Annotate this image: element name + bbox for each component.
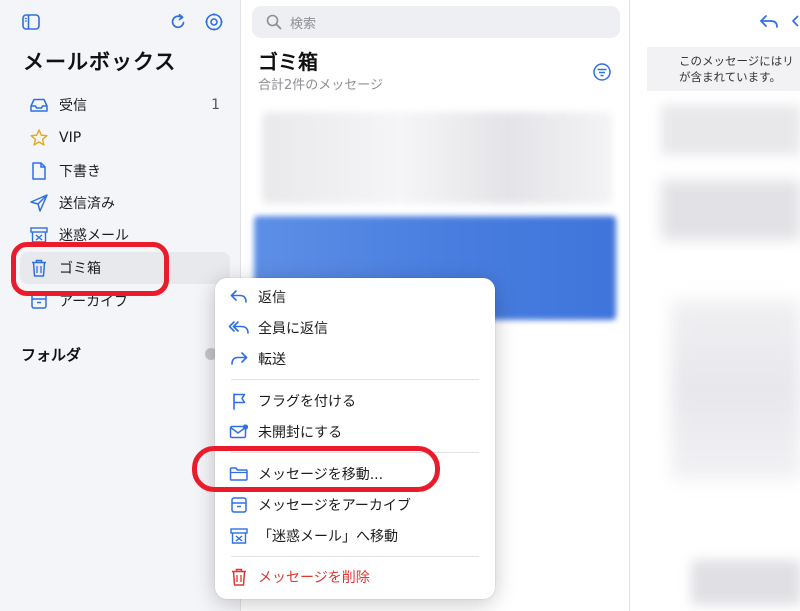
mailbox-label: 迷惑メール	[59, 228, 129, 244]
reply-icon	[227, 285, 251, 309]
filter-icon[interactable]	[590, 60, 614, 84]
message-count: 合計2件のメッセージ	[258, 78, 384, 93]
menu-item-archive-message[interactable]: メッセージをアーカイブ	[215, 490, 495, 520]
menu-item-label: メッセージを削除	[258, 570, 370, 586]
menu-item-label: フラグを付ける	[258, 394, 356, 410]
banner-text: このメッセージにはリ	[679, 54, 794, 68]
menu-item-mark-unread[interactable]: 未開封にする	[215, 417, 495, 447]
trash-icon	[27, 256, 51, 280]
menu-item-delete-message[interactable]: メッセージを削除	[215, 562, 495, 592]
inbox-icon	[27, 93, 51, 117]
reply-icon[interactable]	[757, 10, 781, 34]
refresh-icon[interactable]	[166, 10, 190, 34]
menu-item-forward[interactable]: 転送	[215, 344, 495, 374]
junk-icon	[227, 524, 251, 548]
menu-item-move-to-junk[interactable]: 「迷惑メール」へ移動	[215, 521, 495, 551]
body-blurred	[671, 300, 800, 480]
mailbox-label: 受信	[59, 98, 87, 114]
unread-count: 1	[211, 97, 220, 113]
message-row-blurred[interactable]	[262, 112, 612, 204]
menu-item-label: 返信	[258, 290, 286, 306]
archive-icon	[227, 493, 251, 517]
mailbox-label: アーカイブ	[59, 294, 129, 310]
banner-text: が含まれています。	[679, 70, 782, 84]
mailboxes-title: メールボックス	[23, 50, 177, 74]
mailbox-drafts[interactable]: 下書き	[20, 155, 230, 187]
unread-envelope-icon	[227, 420, 251, 444]
folders-section-title: フォルダ	[21, 346, 82, 364]
sender-blurred	[661, 105, 800, 155]
sidebar-toggle-icon[interactable]	[19, 10, 43, 34]
menu-separator	[231, 556, 479, 557]
menu-item-reply[interactable]: 返信	[215, 282, 495, 312]
junk-icon	[27, 223, 51, 247]
context-menu: 返信 全員に返信 転送 フラグを付ける 未開封にする メッセージを移動... メ…	[215, 278, 495, 599]
mailbox-archive[interactable]: アーカイブ	[20, 285, 230, 317]
search-icon	[264, 12, 284, 32]
reply-all-icon[interactable]	[789, 10, 800, 34]
menu-item-label: 「迷惑メール」へ移動	[258, 529, 398, 545]
mailbox-title: ゴミ箱	[258, 50, 318, 74]
search-placeholder: 検索	[290, 16, 317, 32]
mailbox-trash[interactable]: ゴミ箱	[20, 252, 230, 284]
star-icon	[27, 126, 51, 150]
mailbox-label: ゴミ箱	[59, 261, 101, 277]
search-field[interactable]: 検索	[252, 6, 620, 38]
menu-item-reply-all[interactable]: 全員に返信	[215, 313, 495, 343]
mailbox-label: 下書き	[59, 164, 101, 180]
mailbox-label: VIP	[59, 130, 82, 146]
mailbox-vip[interactable]: VIP	[20, 122, 230, 154]
settings-icon[interactable]	[202, 10, 226, 34]
forward-icon	[227, 347, 251, 371]
reply-all-icon	[227, 316, 251, 340]
menu-item-label: 未開封にする	[258, 425, 343, 441]
message-detail-pane: このメッセージにはリ が含まれています。	[631, 0, 800, 611]
body-blurred	[691, 560, 800, 605]
menu-item-label: 転送	[258, 352, 286, 368]
archive-icon	[27, 289, 51, 313]
mailbox-sent[interactable]: 送信済み	[20, 187, 230, 219]
sidebar-toolbar	[0, 10, 241, 36]
menu-item-flag[interactable]: フラグを付ける	[215, 386, 495, 416]
remote-content-banner: このメッセージにはリ が含まれています。	[647, 47, 800, 91]
folder-icon	[227, 462, 251, 486]
menu-item-label: メッセージを移動...	[258, 467, 384, 483]
subject-blurred	[661, 180, 800, 240]
paperplane-icon	[27, 191, 51, 215]
trash-icon	[227, 565, 251, 589]
sidebar: メールボックス 受信 1 VIP 下書き 送信済み 迷惑メール ゴミ箱 アーカイ…	[0, 0, 241, 611]
mailbox-label: 送信済み	[59, 196, 115, 212]
mailbox-junk[interactable]: 迷惑メール	[20, 219, 230, 251]
flag-icon	[227, 389, 251, 413]
menu-item-move-message[interactable]: メッセージを移動...	[215, 459, 495, 489]
menu-item-label: メッセージをアーカイブ	[258, 498, 411, 514]
menu-item-label: 全員に返信	[258, 321, 328, 337]
mailbox-inbox[interactable]: 受信 1	[20, 89, 230, 121]
menu-separator	[231, 452, 479, 453]
document-icon	[27, 159, 51, 183]
menu-separator	[231, 379, 479, 380]
